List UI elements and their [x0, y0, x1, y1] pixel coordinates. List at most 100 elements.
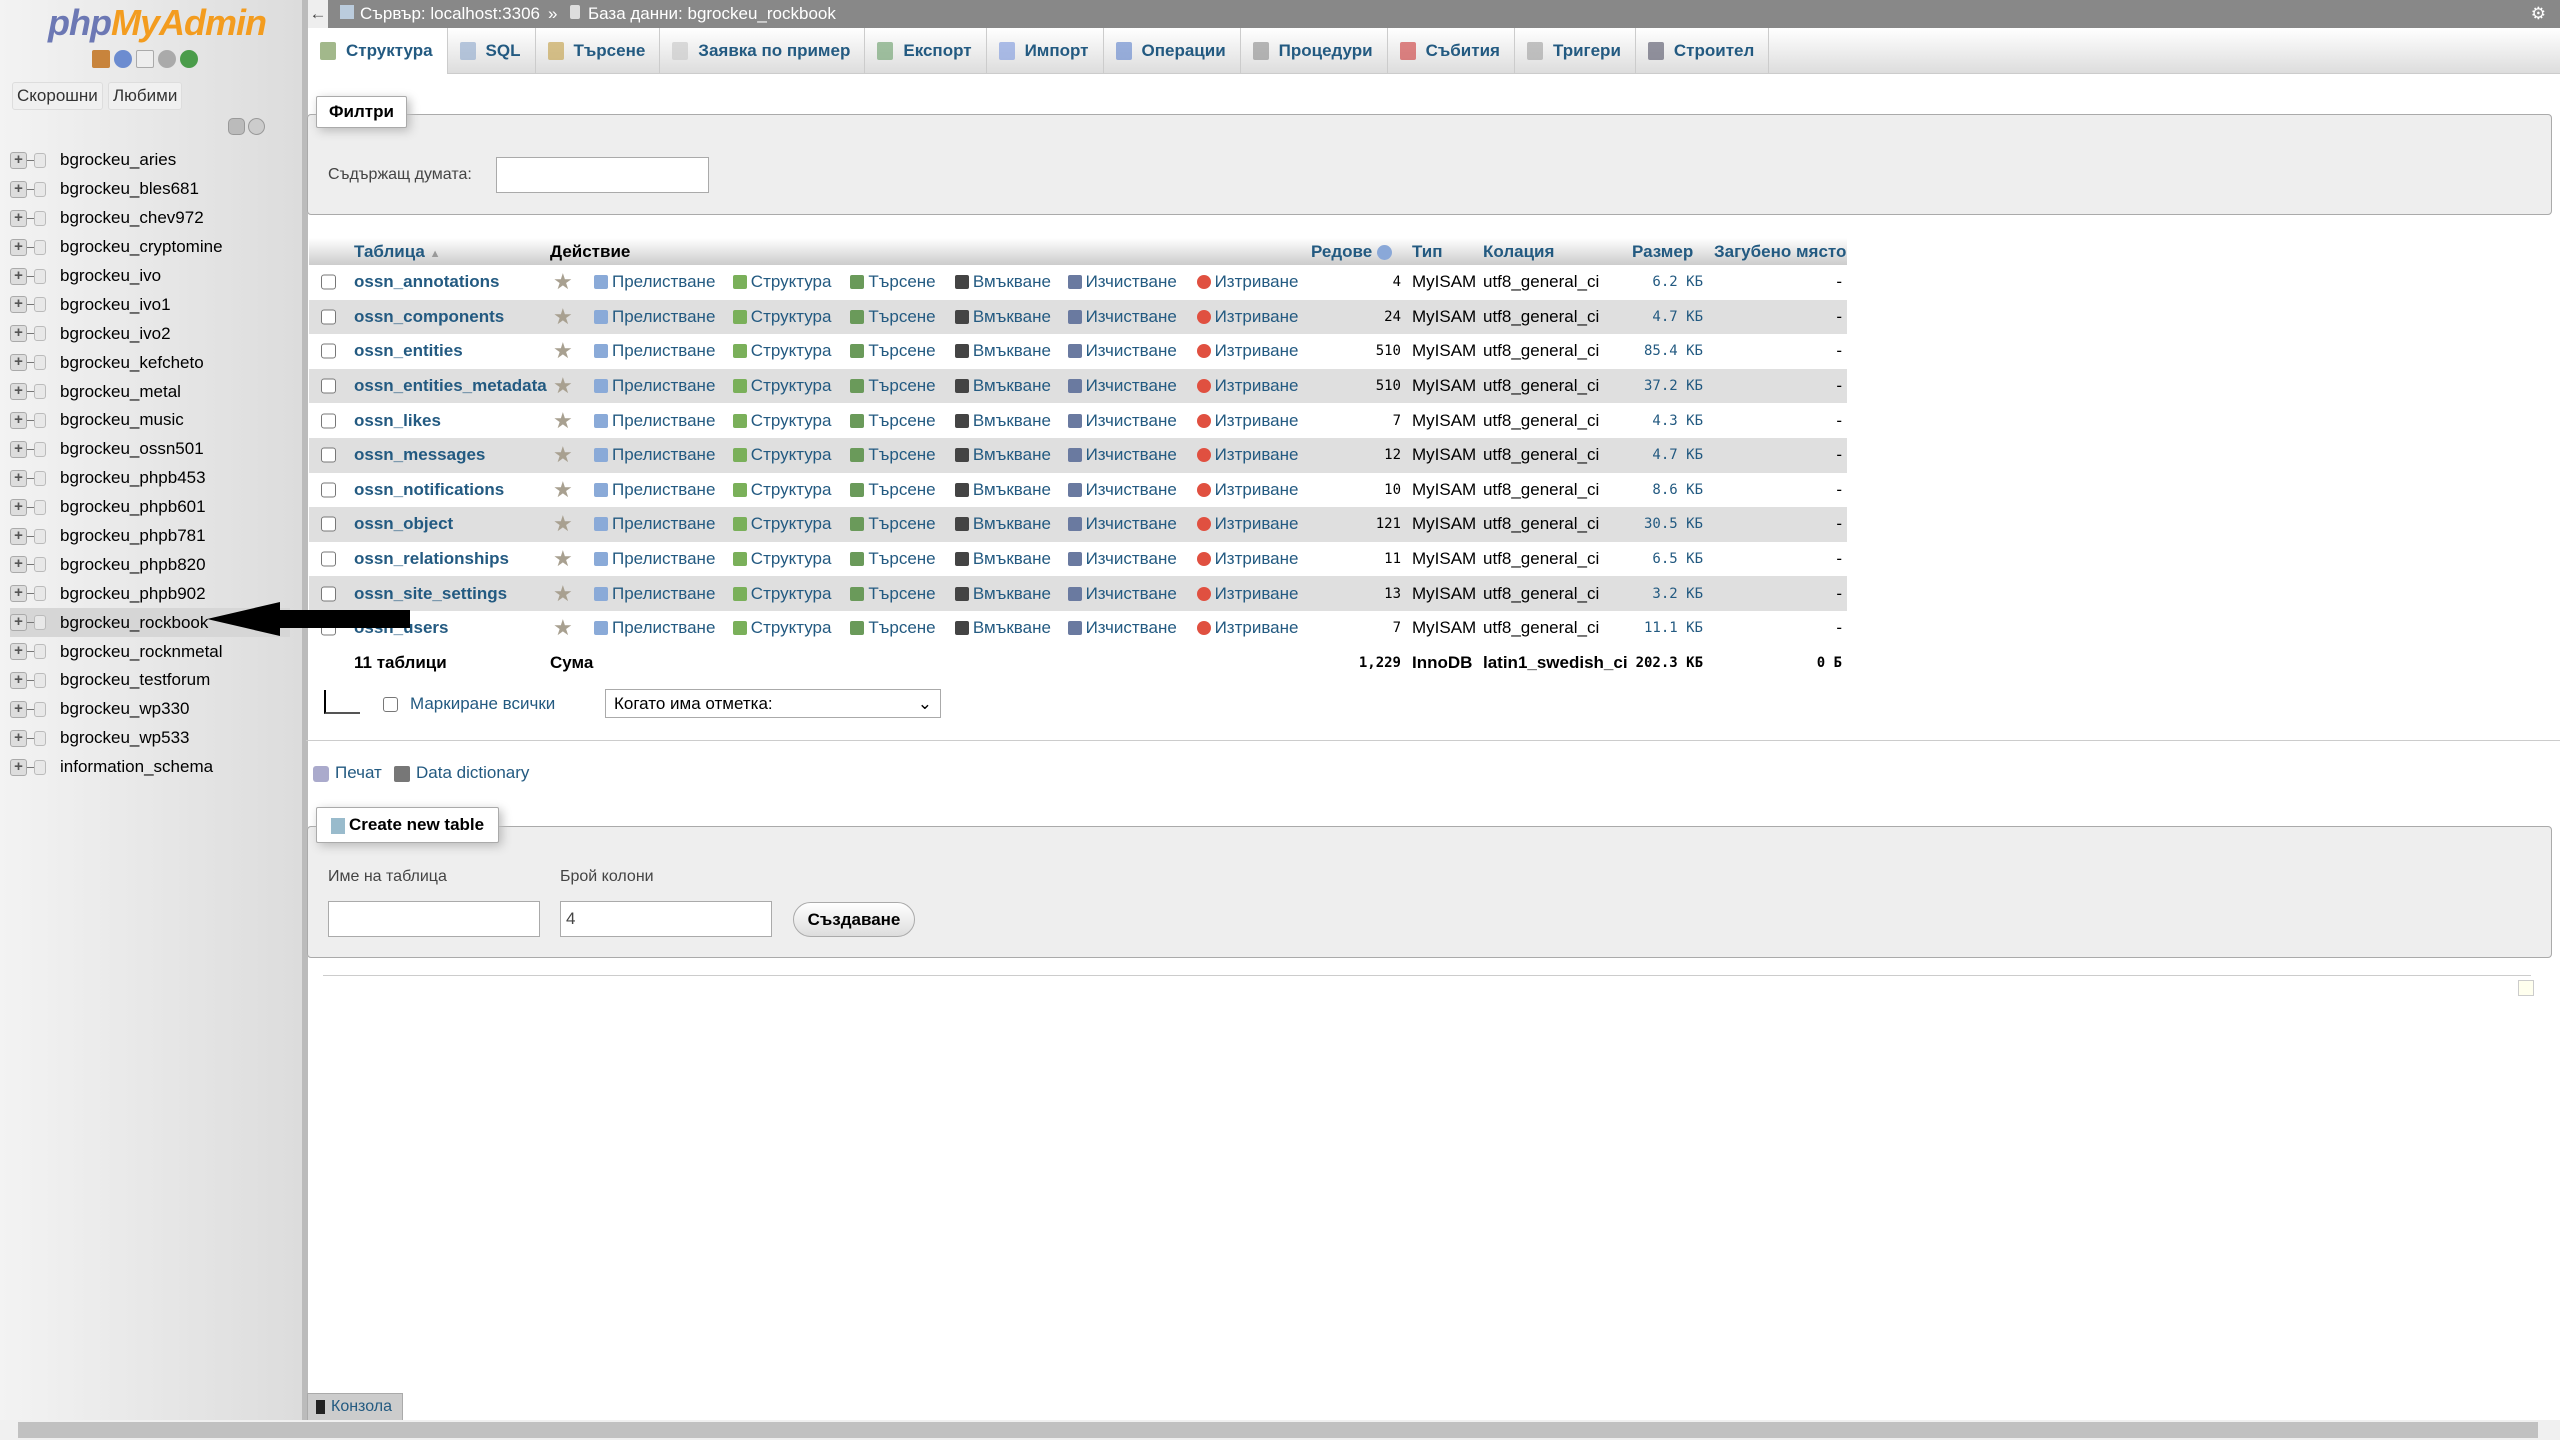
bulk-action-select[interactable]: Когато има отметка: ⌄ — [605, 689, 941, 718]
expand-icon[interactable]: + — [10, 209, 27, 227]
action-5[interactable]: Изтриване — [1196, 307, 1298, 327]
favorite-star-icon[interactable]: ★ — [553, 442, 573, 468]
favorite-star-icon[interactable]: ★ — [553, 304, 573, 330]
action-1[interactable]: Структура — [732, 618, 831, 638]
action-0[interactable]: Прелистване — [594, 307, 715, 327]
action-5[interactable]: Изтриване — [1196, 411, 1298, 431]
action-1[interactable]: Структура — [732, 411, 831, 431]
print-link[interactable]: Печат — [313, 763, 382, 783]
action-0[interactable]: Прелистване — [594, 584, 715, 604]
tab-9[interactable]: Тригери — [1515, 28, 1636, 74]
action-3[interactable]: Вмъкване — [954, 411, 1051, 431]
back-arrow-icon[interactable]: ← — [308, 0, 328, 28]
action-5[interactable]: Изтриване — [1196, 341, 1298, 361]
db-name[interactable]: bgrockeu_rocknmetal — [60, 642, 223, 662]
db-name[interactable]: bgrockeu_phpb820 — [60, 555, 206, 575]
favorites-button[interactable]: Любими — [108, 82, 183, 110]
action-4[interactable]: Изчистване — [1067, 411, 1177, 431]
action-4[interactable]: Изчистване — [1067, 376, 1177, 396]
expand-icon[interactable]: + — [10, 729, 27, 747]
header-rows[interactable]: Редове — [1311, 242, 1392, 262]
link-icon[interactable] — [248, 118, 265, 135]
header-collation[interactable]: Колация — [1483, 242, 1554, 262]
expand-icon[interactable]: + — [10, 151, 27, 169]
db-name[interactable]: bgrockeu_ossn501 — [60, 439, 204, 459]
action-0[interactable]: Прелистване — [594, 272, 715, 292]
action-1[interactable]: Структура — [732, 272, 831, 292]
tab-0[interactable]: Структура — [308, 28, 448, 74]
sidebar-db-item[interactable]: + bgrockeu_phpb453 — [10, 464, 290, 493]
scrollbar-thumb[interactable] — [18, 1422, 2538, 1438]
expand-icon[interactable]: + — [10, 383, 27, 401]
help-icon[interactable] — [1376, 244, 1392, 260]
action-5[interactable]: Изтриване — [1196, 514, 1298, 534]
expand-icon[interactable]: + — [10, 758, 27, 776]
home-icon[interactable] — [92, 50, 110, 68]
db-name[interactable]: bgrockeu_wp533 — [60, 728, 189, 748]
action-2[interactable]: Търсене — [850, 549, 936, 569]
tab-8[interactable]: Събития — [1388, 28, 1515, 74]
action-3[interactable]: Вмъкване — [954, 307, 1051, 327]
favorite-star-icon[interactable]: ★ — [553, 408, 573, 434]
sidebar-db-item[interactable]: + bgrockeu_testforum — [10, 666, 290, 695]
table-name-link[interactable]: ossn_components — [354, 307, 504, 327]
action-1[interactable]: Структура — [732, 584, 831, 604]
action-5[interactable]: Изтриване — [1196, 445, 1298, 465]
action-5[interactable]: Изтриване — [1196, 272, 1298, 292]
action-0[interactable]: Прелистване — [594, 480, 715, 500]
header-size[interactable]: Размер — [1632, 242, 1693, 262]
row-checkbox[interactable] — [321, 309, 336, 325]
columns-input[interactable] — [560, 901, 772, 937]
action-4[interactable]: Изчистване — [1067, 341, 1177, 361]
sidebar-db-item[interactable]: + bgrockeu_kefcheto — [10, 348, 290, 377]
action-2[interactable]: Търсене — [850, 411, 936, 431]
sidebar-db-item[interactable]: + bgrockeu_wp533 — [10, 724, 290, 753]
action-0[interactable]: Прелистване — [594, 445, 715, 465]
action-1[interactable]: Структура — [732, 514, 831, 534]
sidebar-db-item[interactable]: + bgrockeu_ivo1 — [10, 290, 290, 319]
db-name[interactable]: information_schema — [60, 757, 213, 777]
row-checkbox[interactable] — [321, 413, 336, 429]
filter-input[interactable] — [496, 157, 709, 193]
action-4[interactable]: Изчистване — [1067, 307, 1177, 327]
favorite-star-icon[interactable]: ★ — [553, 338, 573, 364]
header-table[interactable]: Таблица ▲ — [354, 242, 440, 262]
sidebar-db-item[interactable]: + bgrockeu_cryptomine — [10, 233, 290, 262]
action-2[interactable]: Търсене — [850, 445, 936, 465]
table-name-link[interactable]: ossn_annotations — [354, 272, 499, 292]
gear-icon[interactable]: ⚙ — [2531, 0, 2546, 28]
phpmyadmin-logo[interactable]: phpMyAdmin — [48, 2, 267, 44]
action-5[interactable]: Изтриване — [1196, 584, 1298, 604]
table-name-input[interactable] — [328, 901, 540, 937]
data-dictionary-link[interactable]: Data dictionary — [394, 763, 529, 783]
action-2[interactable]: Търсене — [850, 514, 936, 534]
db-name[interactable]: bgrockeu_phpb902 — [60, 584, 206, 604]
docs-icon[interactable] — [136, 50, 154, 68]
table-name-link[interactable]: ossn_entities_metadata — [354, 376, 547, 396]
sidebar-db-item[interactable]: + bgrockeu_ivo — [10, 262, 290, 291]
sidebar-db-item[interactable]: + bgrockeu_phpb820 — [10, 550, 290, 579]
tab-4[interactable]: Експорт — [865, 28, 987, 74]
tab-2[interactable]: Търсене — [536, 28, 661, 74]
expand-icon[interactable]: + — [10, 296, 27, 314]
sidebar-db-item[interactable]: + bgrockeu_metal — [10, 377, 290, 406]
action-1[interactable]: Структура — [732, 341, 831, 361]
sidebar-db-item[interactable]: + bgrockeu_chev972 — [10, 204, 290, 233]
sidebar-db-item[interactable]: + bgrockeu_ivo2 — [10, 319, 290, 348]
action-2[interactable]: Търсене — [850, 584, 936, 604]
db-name[interactable]: bgrockeu_wp330 — [60, 699, 189, 719]
reload-icon[interactable] — [180, 50, 198, 68]
row-checkbox[interactable] — [321, 551, 336, 567]
action-4[interactable]: Изчистване — [1067, 584, 1177, 604]
sidebar-db-item[interactable]: + information_schema — [10, 753, 290, 782]
tab-10[interactable]: Строител — [1636, 28, 1770, 74]
action-0[interactable]: Прелистване — [594, 376, 715, 396]
check-all-checkbox[interactable] — [383, 697, 398, 712]
db-name[interactable]: bgrockeu_ivo2 — [60, 324, 171, 344]
action-4[interactable]: Изчистване — [1067, 549, 1177, 569]
favorite-star-icon[interactable]: ★ — [553, 269, 573, 295]
action-5[interactable]: Изтриване — [1196, 376, 1298, 396]
expand-icon[interactable]: + — [10, 614, 27, 632]
action-2[interactable]: Търсене — [850, 618, 936, 638]
action-2[interactable]: Търсене — [850, 480, 936, 500]
